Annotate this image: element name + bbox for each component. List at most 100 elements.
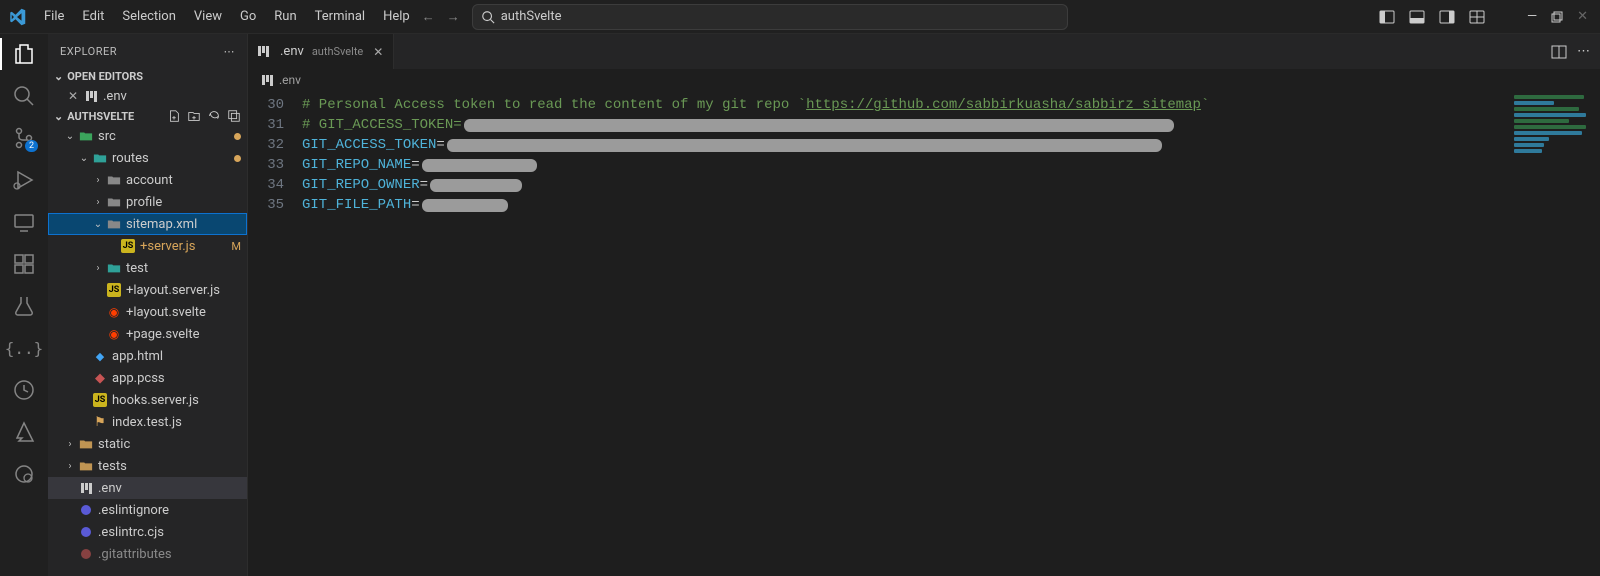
activity-timeline-icon[interactable]	[12, 378, 36, 402]
tree-file-app-html[interactable]: ◆app.html	[48, 345, 247, 367]
window-minimize-icon[interactable]: —	[1527, 9, 1537, 24]
folder-icon	[106, 262, 122, 274]
line-gutter: 30 31 32 33 34 35	[248, 91, 298, 576]
tree-folder-profile[interactable]: ›profile	[48, 191, 247, 213]
minimap[interactable]	[1514, 95, 1594, 165]
js-file-icon: JS	[120, 239, 136, 253]
tree-folder-routes[interactable]: ⌄routes	[48, 147, 247, 169]
activity-testing-icon[interactable]	[12, 294, 36, 318]
modified-dot-icon	[234, 155, 241, 162]
activity-azure-icon[interactable]	[12, 420, 36, 444]
tree-file-eslintrc[interactable]: .eslintrc.cjs	[48, 521, 247, 543]
more-actions-icon[interactable]: ⋯	[1577, 44, 1590, 59]
tree-file-env[interactable]: .env	[48, 477, 247, 499]
folder-icon	[92, 152, 108, 164]
command-center-text: authSvelte	[501, 9, 562, 24]
tree-folder-test[interactable]: ›test	[48, 257, 247, 279]
tab-env[interactable]: .env authSvelte ✕	[248, 34, 394, 69]
menu-view[interactable]: View	[186, 5, 230, 28]
window-restore-icon[interactable]	[1551, 11, 1563, 23]
folder-icon	[78, 438, 94, 450]
tree-folder-account[interactable]: ›account	[48, 169, 247, 191]
breadcrumb[interactable]: .env	[248, 69, 1600, 91]
source-control-badge: 2	[25, 140, 38, 152]
menu-terminal[interactable]: Terminal	[307, 5, 373, 28]
menu-edit[interactable]: Edit	[74, 5, 112, 28]
menu-go[interactable]: Go	[232, 5, 264, 28]
title-bar: File Edit Selection View Go Run Terminal…	[0, 0, 1600, 34]
tab-bar: .env authSvelte ✕ ⋯	[248, 34, 1600, 69]
folder-icon	[106, 174, 122, 186]
sidebar: EXPLORER ⋯ ⌄ OPEN EDITORS ✕ .env ⌄ AUTHS…	[48, 34, 248, 576]
tree-file-gitattributes[interactable]: .gitattributes	[48, 543, 247, 565]
menu-file[interactable]: File	[36, 5, 72, 28]
activity-docker-icon[interactable]	[12, 462, 36, 486]
folder-icon	[106, 196, 122, 208]
folder-icon	[78, 460, 94, 472]
redacted-value	[422, 159, 537, 172]
modified-indicator: M	[231, 240, 241, 253]
activity-debug-icon[interactable]	[12, 168, 36, 192]
tree-folder-tests[interactable]: ›tests	[48, 455, 247, 477]
env-file-icon	[78, 483, 94, 494]
redacted-value	[430, 179, 522, 192]
modified-dot-icon	[234, 133, 241, 140]
menu-help[interactable]: Help	[375, 5, 418, 28]
collapse-all-icon[interactable]	[227, 109, 241, 123]
activity-source-control-icon[interactable]: 2	[12, 126, 36, 150]
new-file-icon[interactable]	[167, 109, 181, 123]
split-editor-icon[interactable]	[1551, 44, 1567, 60]
toggle-panel-right-icon[interactable]	[1439, 9, 1455, 25]
window-close-icon[interactable]: ✕	[1577, 9, 1588, 24]
redacted-value	[464, 119, 1174, 132]
svelte-file-icon: ◉	[106, 327, 122, 341]
activity-extensions-icon[interactable]	[12, 252, 36, 276]
activity-json-icon[interactable]: {..}	[12, 336, 36, 360]
tree-file-index-test[interactable]: ⚑index.test.js	[48, 411, 247, 433]
code-content[interactable]: # Personal Access token to read the cont…	[298, 91, 1600, 576]
svelte-file-icon: ◉	[106, 305, 122, 319]
config-file-icon	[78, 505, 94, 515]
tree-folder-src[interactable]: ⌄src	[48, 125, 247, 147]
new-folder-icon[interactable]	[187, 109, 201, 123]
menu-selection[interactable]: Selection	[114, 5, 183, 28]
customize-layout-icon[interactable]	[1469, 9, 1485, 25]
file-tree: ⌄src ⌄routes ›account ›profile ⌄sitemap.…	[48, 125, 247, 576]
tree-file-eslintignore[interactable]: .eslintignore	[48, 499, 247, 521]
tree-folder-sitemap[interactable]: ⌄sitemap.xml	[48, 213, 247, 235]
activity-bar: 2 {..}	[0, 34, 48, 576]
nav-forward-icon[interactable]: →	[447, 9, 460, 25]
refresh-icon[interactable]	[207, 109, 221, 123]
close-icon[interactable]: ✕	[68, 89, 80, 103]
tree-file-layout-server[interactable]: JS+layout.server.js	[48, 279, 247, 301]
chevron-down-icon: ⌄	[54, 70, 63, 83]
nav-back-icon[interactable]: ←	[422, 9, 435, 25]
tree-file-layout-svelte[interactable]: ◉+layout.svelte	[48, 301, 247, 323]
redacted-value	[422, 199, 508, 212]
env-file-icon	[86, 91, 97, 102]
activity-explorer-icon[interactable]	[12, 42, 36, 66]
chevron-down-icon: ⌄	[54, 110, 63, 123]
editor-body[interactable]: 30 31 32 33 34 35 # Personal Access toke…	[248, 91, 1600, 576]
tree-file-hooks[interactable]: JShooks.server.js	[48, 389, 247, 411]
tree-folder-static[interactable]: ›static	[48, 433, 247, 455]
toggle-panel-left-icon[interactable]	[1379, 9, 1395, 25]
sidebar-more-icon[interactable]: ⋯	[224, 45, 236, 58]
menu-run[interactable]: Run	[266, 5, 304, 28]
tree-file-server-js[interactable]: JS+server.jsM	[48, 235, 247, 257]
activity-search-icon[interactable]	[12, 84, 36, 108]
test-file-icon: ⚑	[92, 415, 108, 430]
tree-file-app-pcss[interactable]: ◆app.pcss	[48, 367, 247, 389]
command-center[interactable]: authSvelte	[472, 4, 1068, 30]
project-header[interactable]: ⌄ AUTHSVELTE	[48, 107, 247, 125]
tree-file-page-svelte[interactable]: ◉+page.svelte	[48, 323, 247, 345]
html-file-icon: ◆	[92, 350, 108, 363]
config-file-icon	[78, 549, 94, 559]
open-editor-item[interactable]: ✕ .env	[48, 85, 247, 107]
tab-close-icon[interactable]: ✕	[373, 45, 383, 59]
open-editors-header[interactable]: ⌄ OPEN EDITORS	[48, 68, 247, 85]
sidebar-title: EXPLORER ⋯	[48, 34, 247, 68]
toggle-panel-bottom-icon[interactable]	[1409, 9, 1425, 25]
activity-remote-icon[interactable]	[12, 210, 36, 234]
js-file-icon: JS	[106, 283, 122, 297]
